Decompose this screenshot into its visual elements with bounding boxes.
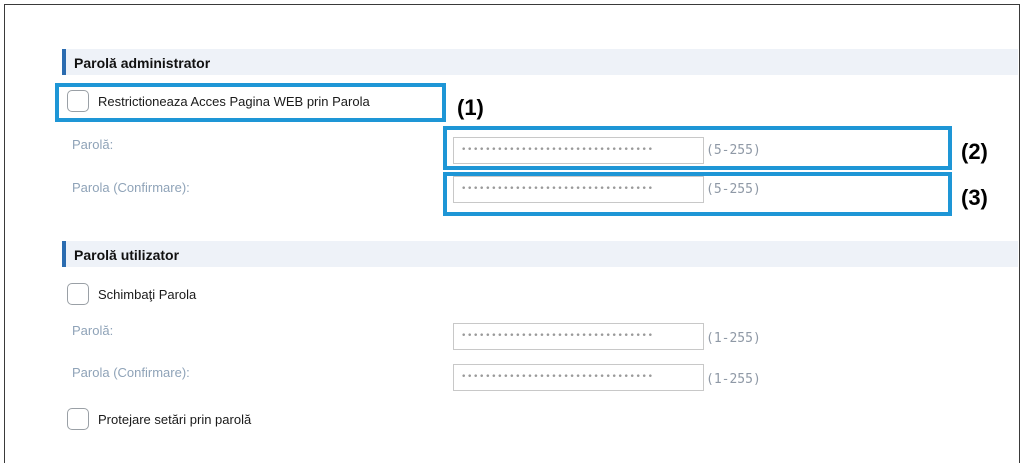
callout-label-3: (3) <box>961 185 988 210</box>
admin-confirm-input[interactable]: •••••••••••••••••••••••••••••••• <box>453 176 704 203</box>
change-password-label: Schimbaţi Parola <box>98 286 197 302</box>
restrict-access-checkbox[interactable] <box>67 90 89 112</box>
admin-password-input[interactable]: •••••••••••••••••••••••••••••••• <box>453 137 704 164</box>
protect-settings-checkbox[interactable] <box>67 408 89 430</box>
callout-label-1: (1) <box>457 95 484 120</box>
admin-password-range: (5-255) <box>706 143 761 158</box>
admin-password-heading: Parolă administrator <box>62 49 1018 75</box>
user-password-input[interactable]: •••••••••••••••••••••••••••••••• <box>453 323 704 350</box>
protect-settings-row[interactable]: Protejare setări prin parolă <box>67 407 251 431</box>
user-confirm-label: Parola (Confirmare): <box>72 365 190 380</box>
restrict-access-label: Restrictioneaza Acces Pagina WEB prin Pa… <box>98 93 370 109</box>
change-password-checkbox[interactable] <box>67 283 89 305</box>
user-confirm-range: (1-255) <box>706 372 761 387</box>
restrict-access-row[interactable]: Restrictioneaza Acces Pagina WEB prin Pa… <box>67 89 370 113</box>
user-confirm-input[interactable]: •••••••••••••••••••••••••••••••• <box>453 364 704 391</box>
change-password-row[interactable]: Schimbaţi Parola <box>67 282 196 306</box>
admin-confirm-range: (5-255) <box>706 182 761 197</box>
callout-label-2: (2) <box>961 139 988 164</box>
user-password-label: Parolă: <box>72 323 114 338</box>
user-password-range: (1-255) <box>706 331 761 346</box>
protect-settings-label: Protejare setări prin parolă <box>98 411 252 427</box>
user-password-heading: Parolă utilizator <box>62 241 1018 267</box>
admin-password-label: Parolă: <box>72 137 114 152</box>
admin-confirm-label: Parola (Confirmare): <box>72 180 190 195</box>
